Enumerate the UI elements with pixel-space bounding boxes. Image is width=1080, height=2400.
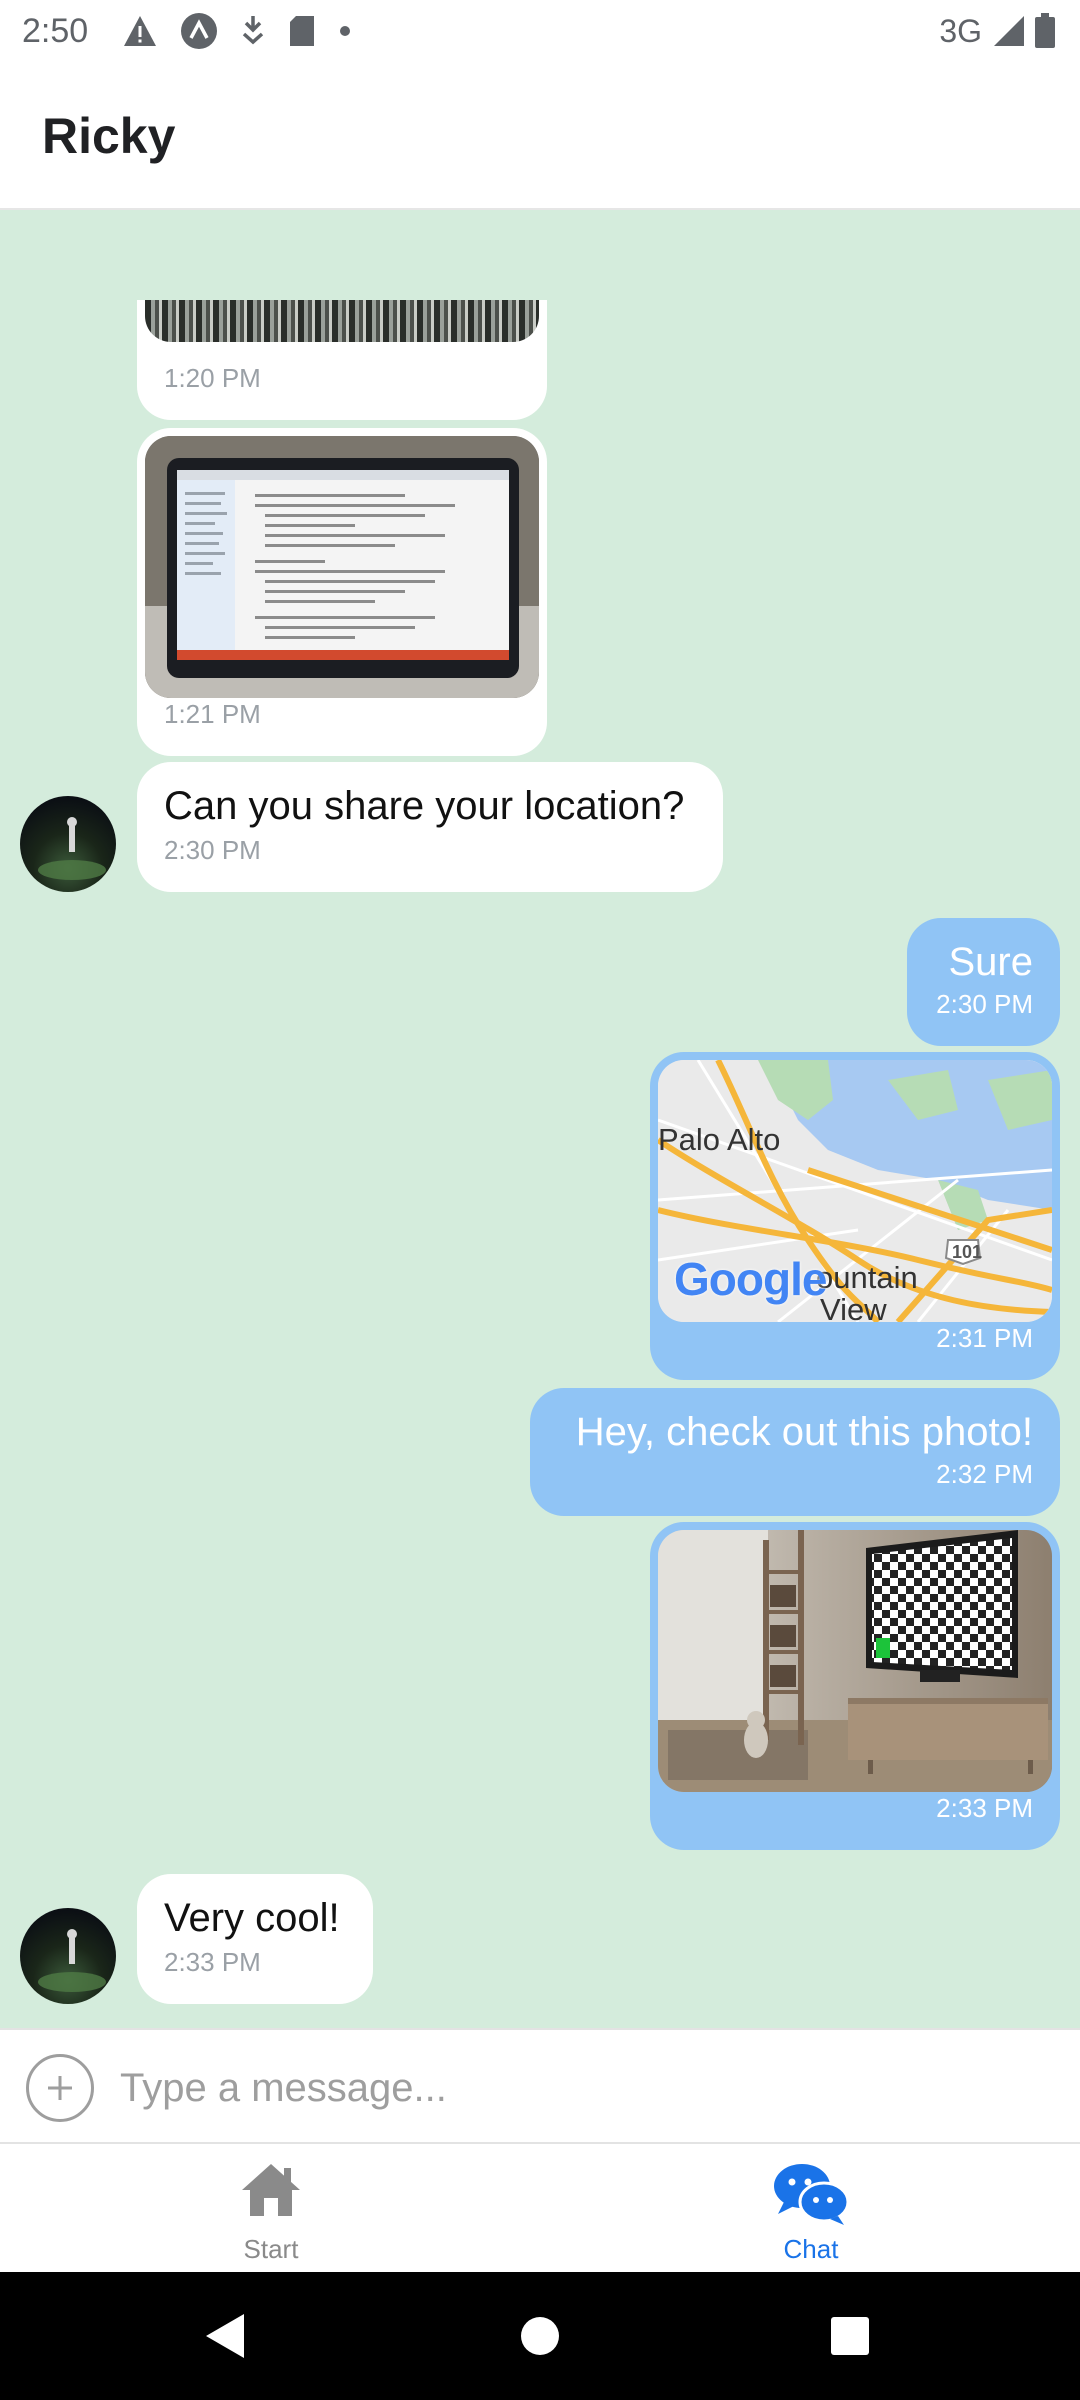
download-icon [242, 16, 264, 45]
message-time: 2:33 PM [936, 1793, 1033, 1823]
message-image-incoming[interactable]: 1:20 PM [137, 300, 547, 420]
message-time: 1:20 PM [164, 363, 261, 393]
network-label: 3G [939, 12, 982, 49]
message-text: Very cool! [164, 1896, 340, 1940]
tab-start[interactable]: Start [121, 2144, 421, 2272]
laptop-photo[interactable] [145, 436, 539, 698]
home-button[interactable] [500, 2296, 580, 2376]
chat-icon [774, 2164, 850, 2225]
add-attachment-button[interactable] [26, 2054, 94, 2122]
chat-header: Ricky [0, 62, 1080, 210]
plus-icon [48, 2076, 72, 2100]
warning-icon [124, 16, 156, 46]
message-input[interactable] [120, 2048, 1050, 2128]
home-circle-icon [521, 2317, 559, 2355]
map-label-mountain-view-1: ountain [816, 1260, 918, 1295]
room-photo[interactable] [658, 1530, 1052, 1792]
recents-button[interactable] [810, 2296, 890, 2376]
message-text: Hey, check out this photo! [575, 1410, 1033, 1454]
app-a-icon [181, 13, 217, 49]
message-text: Can you share your location? [164, 784, 685, 828]
bottom-tab-bar: Start Chat [0, 2144, 1080, 2272]
message-text-incoming[interactable]: Can you share your location? 2:30 PM [137, 762, 723, 892]
location-map[interactable]: Palo Alto ountain View 101 Google [658, 1060, 1052, 1322]
contact-avatar[interactable] [20, 796, 116, 892]
battery-icon [1035, 13, 1055, 48]
message-time: 2:33 PM [164, 1947, 261, 1977]
message-time: 1:21 PM [164, 699, 261, 729]
map-label-palo-alto: Palo Alto [658, 1122, 781, 1157]
home-icon [242, 2164, 300, 2216]
contact-avatar[interactable] [20, 1908, 116, 2004]
dot-icon [340, 26, 350, 36]
signal-icon [994, 16, 1024, 46]
laptop-photo-illustration [145, 436, 539, 698]
message-image-incoming[interactable]: 1:21 PM [137, 428, 547, 756]
message-text-incoming[interactable]: Very cool! 2:33 PM [137, 1874, 373, 2004]
map-label-mountain-view-2: View [820, 1292, 887, 1322]
google-logo: Google [674, 1253, 827, 1305]
tab-label: Chat [783, 2234, 839, 2264]
tab-label: Start [243, 2234, 299, 2264]
contact-name: Ricky [42, 108, 176, 164]
highway-shield-label: 101 [952, 1242, 983, 1262]
message-composer [0, 2028, 1080, 2144]
back-icon [206, 2314, 244, 2358]
avatar-illustration [38, 817, 106, 880]
system-navigation-bar [0, 2272, 1080, 2400]
status-time: 2:50 [22, 12, 89, 50]
status-bar: 2:50 3G [0, 0, 1080, 62]
tab-chat[interactable]: Chat [661, 2144, 961, 2272]
status-icons-left [122, 12, 352, 50]
message-location-outgoing[interactable]: Palo Alto ountain View 101 Google 2:31 P… [650, 1052, 1060, 1380]
sd-card-icon [290, 16, 314, 46]
room-photo-illustration [658, 1530, 1052, 1792]
message-time: 2:30 PM [164, 835, 261, 865]
photo-thumbnail[interactable] [145, 300, 539, 342]
message-text: Sure [948, 940, 1034, 984]
back-button[interactable] [186, 2296, 266, 2376]
message-time: 2:32 PM [936, 1459, 1033, 1489]
status-icons-right: 3G [939, 12, 1056, 50]
message-text-outgoing[interactable]: Hey, check out this photo! 2:32 PM [530, 1388, 1060, 1516]
message-time: 2:30 PM [936, 989, 1033, 1019]
message-image-outgoing[interactable]: 2:33 PM [650, 1522, 1060, 1850]
message-time: 2:31 PM [936, 1323, 1033, 1353]
message-text-outgoing[interactable]: Sure 2:30 PM [907, 918, 1060, 1046]
recents-icon [831, 2317, 869, 2355]
message-list[interactable]: 1:20 PM 1:21 PM Can you share your locat… [0, 210, 1080, 2028]
avatar-illustration [38, 1929, 106, 1992]
